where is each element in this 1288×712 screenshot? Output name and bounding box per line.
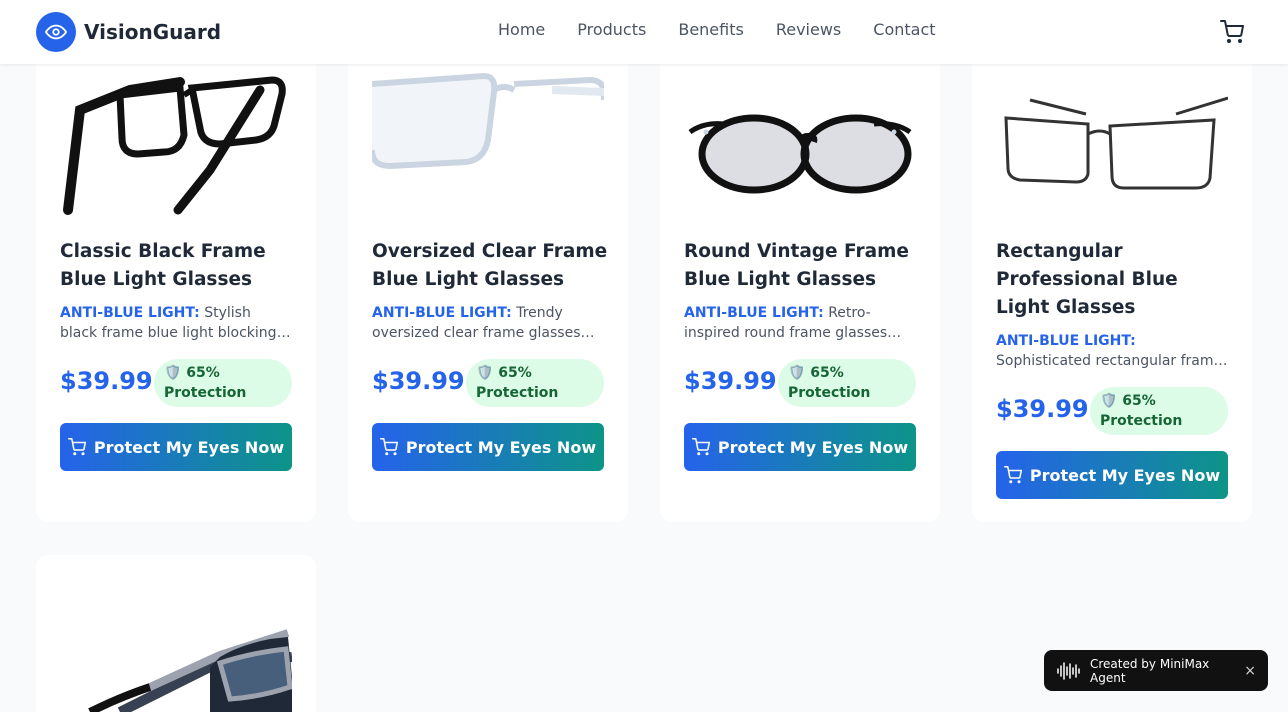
protection-badge: 🛡️ 65% Protection (778, 359, 916, 407)
product-title: Oversized Clear Frame Blue Light Glasses (372, 241, 608, 290)
cart-icon (691, 438, 710, 456)
cart-icon (379, 438, 398, 456)
cart-icon[interactable] (1220, 20, 1244, 44)
product-price: $39.99 (684, 367, 777, 395)
product-title: Round Vintage Frame Blue Light Glasses (684, 241, 909, 290)
product-desc-text: Sophisticated rectangular frame for the … (996, 353, 1223, 369)
protection-badge: 🛡️ 65% Protection (154, 359, 292, 407)
product-tag: ANTI-BLUE LIGHT: (684, 305, 824, 321)
protect-eyes-button[interactable]: Protect My Eyes Now (996, 451, 1228, 499)
product-card: Round Vintage Frame Blue Light Glasses A… (660, 0, 940, 522)
toast-text: Created by MiniMax Agent (1090, 656, 1210, 685)
protection-badge: 🛡️ 65% Protection (1090, 387, 1228, 435)
brand[interactable]: VisionGuard (36, 12, 221, 52)
product-card (36, 555, 316, 712)
waveform-icon (1057, 661, 1080, 680)
protect-eyes-button[interactable]: Protect My Eyes Now (60, 423, 292, 471)
product-price: $39.99 (372, 367, 465, 395)
nav-products[interactable]: Products (577, 20, 646, 39)
protect-eyes-button[interactable]: Protect My Eyes Now (372, 423, 604, 471)
product-description: ANTI-BLUE LIGHT: Trendy oversized clear … (372, 303, 604, 343)
cart-icon (67, 438, 86, 456)
product-description: ANTI-BLUE LIGHT: Sophisticated rectangul… (996, 331, 1228, 371)
product-price: $39.99 (60, 367, 153, 395)
button-label: Protect My Eyes Now (93, 437, 285, 457)
product-tag: ANTI-BLUE LIGHT: (372, 305, 512, 321)
button-label: Protect My Eyes Now (405, 437, 597, 457)
button-label: Protect My Eyes Now (717, 437, 909, 457)
product-image (60, 60, 292, 222)
product-tag: ANTI-BLUE LIGHT: (996, 333, 1136, 349)
product-title: Rectangular Professional Blue Light Glas… (996, 241, 1178, 318)
nav-contact[interactable]: Contact (873, 20, 935, 39)
product-image (369, 70, 607, 180)
close-icon[interactable]: × (1244, 663, 1256, 679)
product-description: ANTI-BLUE LIGHT: Stylish black frame blu… (60, 303, 292, 343)
protection-badge: 🛡️ 65% Protection (466, 359, 604, 407)
created-by-toast: Created by MiniMax Agent × (1044, 650, 1268, 691)
cart-icon (1003, 466, 1022, 484)
product-card: Oversized Clear Frame Blue Light Glasses… (348, 0, 628, 522)
button-label: Protect My Eyes Now (1029, 465, 1221, 485)
product-card: Classic Black Frame Blue Light Glasses A… (36, 0, 316, 522)
site-header: VisionGuard Home Products Benefits Revie… (0, 0, 1288, 64)
protect-eyes-button[interactable]: Protect My Eyes Now (684, 423, 916, 471)
nav-reviews[interactable]: Reviews (776, 20, 841, 39)
product-price: $39.99 (996, 395, 1089, 423)
brand-name: VisionGuard (84, 20, 222, 44)
eye-icon (36, 12, 76, 52)
nav-home[interactable]: Home (498, 20, 545, 39)
product-image (684, 110, 916, 200)
product-title: Classic Black Frame Blue Light Glasses (60, 241, 266, 290)
product-image (996, 90, 1229, 200)
product-card: Rectangular Professional Blue Light Glas… (972, 0, 1252, 522)
product-tag: ANTI-BLUE LIGHT: (60, 305, 200, 321)
main-nav: Home Products Benefits Reviews Contact (498, 20, 936, 39)
product-image (60, 627, 293, 712)
product-description: ANTI-BLUE LIGHT: Retro-inspired round fr… (684, 303, 916, 343)
nav-benefits[interactable]: Benefits (678, 20, 744, 39)
